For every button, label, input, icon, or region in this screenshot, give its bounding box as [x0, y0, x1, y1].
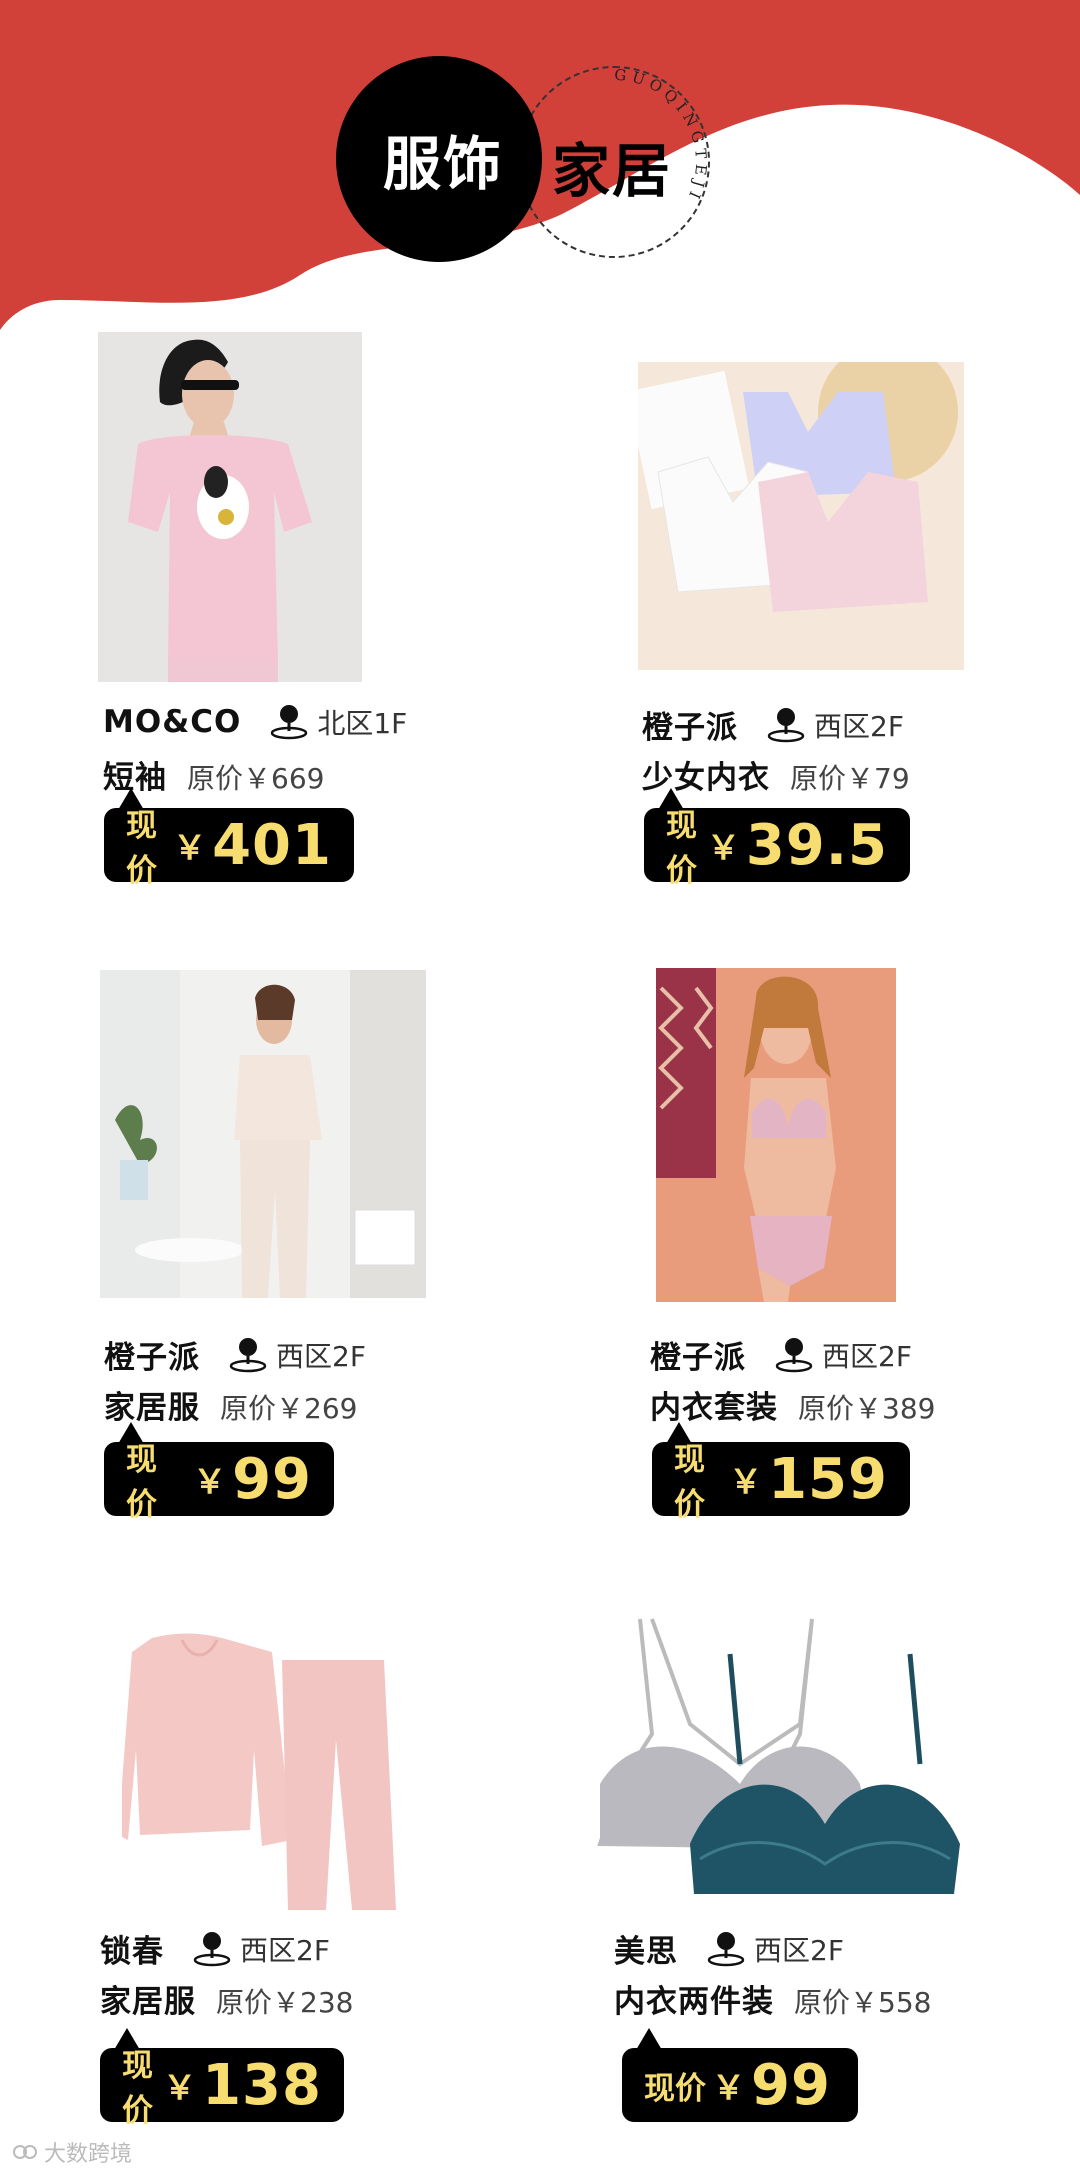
brand-name: 橙子派 — [642, 710, 738, 746]
current-price: 159 — [768, 1446, 888, 1512]
product-image-pajamas[interactable] — [122, 1630, 398, 1912]
location-text: 西区2F — [754, 1933, 844, 1967]
watermark-text: 大数跨境 — [44, 2142, 133, 2167]
title-black-circle: 服饰 — [336, 56, 542, 262]
location-pin-icon — [707, 1931, 745, 1966]
original-price-label: 原价 — [216, 1986, 273, 2019]
original-price-label: 原价 — [220, 1392, 277, 1425]
location-pin-icon — [229, 1337, 267, 1372]
location-pin-icon — [775, 1337, 813, 1372]
product-image-lace-bras[interactable] — [590, 1614, 960, 1898]
location-text: 西区2F — [276, 1339, 366, 1373]
product-image-tshirt[interactable] — [98, 332, 362, 682]
original-price-label: 原价 — [794, 1986, 851, 2019]
original-price: ￥238 — [272, 1986, 354, 2019]
original-price-label: 原价 — [187, 762, 244, 795]
brand-name: 美思 — [614, 1934, 678, 1970]
brand-name: 橙子派 — [104, 1340, 200, 1376]
currency-symbol: ￥ — [729, 1462, 763, 1501]
current-price: 138 — [202, 2052, 322, 2118]
location-pin-icon — [271, 705, 308, 740]
current-price-badge: 现价 ￥ 401 — [104, 788, 354, 889]
location-pin-icon — [767, 707, 805, 742]
svg-text:GUOQINGTEJI: GUOQINGTEJI — [614, 66, 710, 206]
current-price-badge: 现价 ￥ 159 — [652, 1422, 910, 1523]
original-price: ￥669 — [243, 762, 325, 795]
product-image-loungewear[interactable] — [100, 970, 426, 1298]
currency-symbol: ￥ — [193, 1462, 227, 1501]
current-price-label: 现价 — [122, 2048, 153, 2129]
location-pin-icon — [193, 1931, 231, 1966]
product-image-bras[interactable] — [638, 362, 964, 670]
currency-symbol: ￥ — [173, 828, 207, 867]
currency-symbol: ￥ — [706, 828, 740, 867]
current-price-badge: 现价 ￥ 39.5 — [644, 788, 910, 889]
location-text: 北区1F — [317, 707, 408, 740]
original-price: ￥558 — [850, 1986, 932, 2019]
title-left: 服饰 — [382, 130, 503, 198]
current-price-badge: 现价 ￥ 138 — [100, 2028, 344, 2129]
current-price-badge: 现价 ￥ 99 — [622, 2028, 858, 2122]
original-price: ￥269 — [276, 1392, 358, 1425]
currency-symbol: ￥ — [163, 2068, 197, 2107]
product-image-lingerie-set[interactable] — [656, 968, 896, 1302]
brand-name: 橙子派 — [650, 1340, 746, 1376]
original-price: ￥389 — [854, 1392, 936, 1425]
brand-name: 锁春 — [100, 1934, 164, 1970]
original-price: ￥79 — [846, 762, 910, 795]
current-price-badge: 现价 ￥ 99 — [104, 1422, 334, 1523]
current-price-label: 现价 — [666, 808, 697, 889]
original-price-label: 原价 — [790, 762, 847, 795]
current-price-label: 现价 — [126, 808, 157, 889]
current-price: 39.5 — [745, 812, 888, 878]
product-name: 家居服 — [104, 1390, 200, 1426]
currency-symbol: ￥ — [712, 2068, 745, 2107]
original-price-label: 原价 — [798, 1392, 855, 1425]
location-text: 西区2F — [822, 1339, 912, 1373]
location-text: 西区2F — [814, 709, 904, 743]
current-price: 99 — [751, 2052, 831, 2118]
location-text: 西区2F — [240, 1933, 330, 1967]
product-name: 内衣两件装 — [614, 1984, 774, 2020]
arc-text-path: GUOQINGTEJI — [614, 66, 706, 206]
watermark: 大数跨境 — [12, 2136, 132, 2168]
current-price-label: 现价 — [644, 2070, 706, 2107]
brand-name: MO&CO — [103, 704, 242, 740]
current-price-label: 现价 — [674, 1442, 705, 1523]
current-price: 99 — [232, 1446, 312, 1512]
watermark-logo-icon — [13, 2145, 37, 2159]
product-name: 内衣套装 — [650, 1390, 778, 1426]
product-name: 家居服 — [100, 1984, 196, 2020]
arc-text: GUOQINGTEJI — [614, 66, 710, 206]
current-price: 401 — [212, 812, 332, 878]
current-price-label: 现价 — [126, 1442, 157, 1523]
